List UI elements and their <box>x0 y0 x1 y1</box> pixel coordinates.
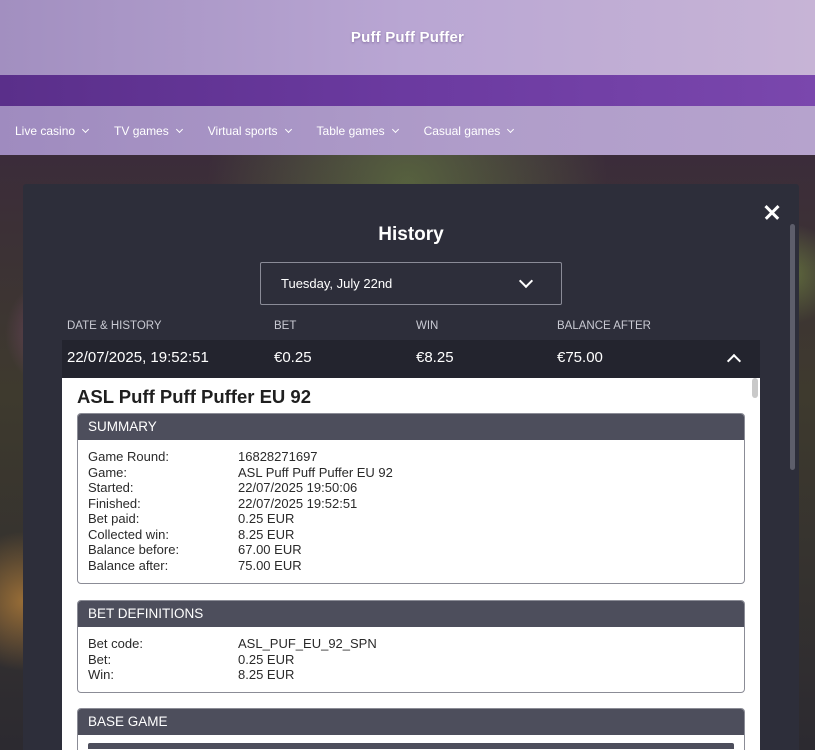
list-item: Win: 8.25 EUR <box>88 667 295 682</box>
chevron-down-icon <box>82 125 90 133</box>
row-balance: €75.00 <box>557 349 603 366</box>
base-game-subheader <box>88 743 734 749</box>
date-select[interactable]: Tuesday, July 22nd <box>260 262 562 305</box>
base-game-section: BASE GAME <box>77 708 745 750</box>
bet-definitions-section: BET DEFINITIONS Bet code: ASL_PUF_EU_92_S… <box>77 600 745 693</box>
nav-item-label: Virtual sports <box>207 123 278 138</box>
list-item: Bet paid: 0.25 EUR <box>88 511 295 526</box>
column-header-win: WIN <box>416 320 439 332</box>
game-title: Puff Puff Puffer <box>350 29 465 46</box>
section-heading: BET DEFINITIONS <box>78 601 744 627</box>
nav-item-virtual-sports[interactable]: Virtual sports <box>207 123 292 138</box>
list-item: Balance after: 75.00 EUR <box>88 557 302 573</box>
date-select-value: Tuesday, July 22nd <box>281 276 393 291</box>
round-details-panel: ASL Puff Puff Puffer EU 92 SUMMARY Game … <box>62 378 760 750</box>
list-item: Game: ASL Puff Puff Puffer EU 92 <box>88 464 393 480</box>
modal-title: History <box>378 224 444 245</box>
nav-item-label: Live casino <box>15 123 76 138</box>
chevron-up-icon[interactable] <box>726 353 742 369</box>
nav-item-live-casino[interactable]: Live casino <box>15 123 90 138</box>
nav-item-label: TV games <box>114 123 169 138</box>
row-win: €8.25 <box>416 349 454 366</box>
list-item: Bet code: ASL_PUF_EU_92_SPN <box>88 636 377 651</box>
nav-item-table-games[interactable]: Table games <box>316 123 399 138</box>
column-header-date: DATE & HISTORY <box>67 320 162 332</box>
nav-item-casual-games[interactable]: Casual games <box>423 123 515 138</box>
table-row[interactable]: 22/07/2025, 19:52:51 €0.25 €8.25 €75.00 <box>62 340 760 378</box>
section-heading: SUMMARY <box>78 414 744 440</box>
section-heading: BASE GAME <box>78 709 744 735</box>
close-icon[interactable] <box>760 200 784 224</box>
chevron-down-icon <box>284 125 292 133</box>
nav-item-tv-games[interactable]: TV games <box>114 123 183 138</box>
chevron-down-icon <box>391 125 399 133</box>
details-scrollbar[interactable] <box>752 378 758 398</box>
chevron-down-icon <box>507 125 515 133</box>
history-modal: History Tuesday, July 22nd DATE & HISTOR… <box>23 184 799 750</box>
chevron-down-icon <box>518 273 534 289</box>
list-item: Collected win: 8.25 EUR <box>88 526 295 542</box>
list-item: Game Round: 16828271697 <box>88 449 318 464</box>
summary-section: SUMMARY Game Round: 16828271697 Game: ASL … <box>77 413 745 584</box>
history-table-header: DATE & HISTORY BET WIN BALANCE AFTER <box>67 320 757 334</box>
category-nav: Live casino TV games Virtual sports Tabl… <box>0 106 815 155</box>
list-item: Bet: 0.25 EUR <box>88 651 295 667</box>
list-item: Balance before: 67.00 EUR <box>88 542 302 557</box>
column-header-balance: BALANCE AFTER <box>557 320 651 332</box>
nav-item-label: Table games <box>316 123 385 138</box>
title-bar: Puff Puff Puffer <box>0 0 815 75</box>
row-bet: €0.25 <box>274 349 312 366</box>
chevron-down-icon <box>175 125 183 133</box>
column-header-bet: BET <box>274 320 297 332</box>
nav-item-label: Casual games <box>423 123 501 138</box>
header-strip <box>0 75 815 106</box>
details-title: ASL Puff Puff Puffer EU 92 <box>77 386 312 407</box>
list-item: Finished: 22/07/2025 19:52:51 <box>88 495 358 511</box>
list-item: Started: 22/07/2025 19:50:06 <box>88 480 358 495</box>
modal-scrollbar[interactable] <box>790 224 795 470</box>
row-date: 22/07/2025, 19:52:51 <box>67 349 209 366</box>
